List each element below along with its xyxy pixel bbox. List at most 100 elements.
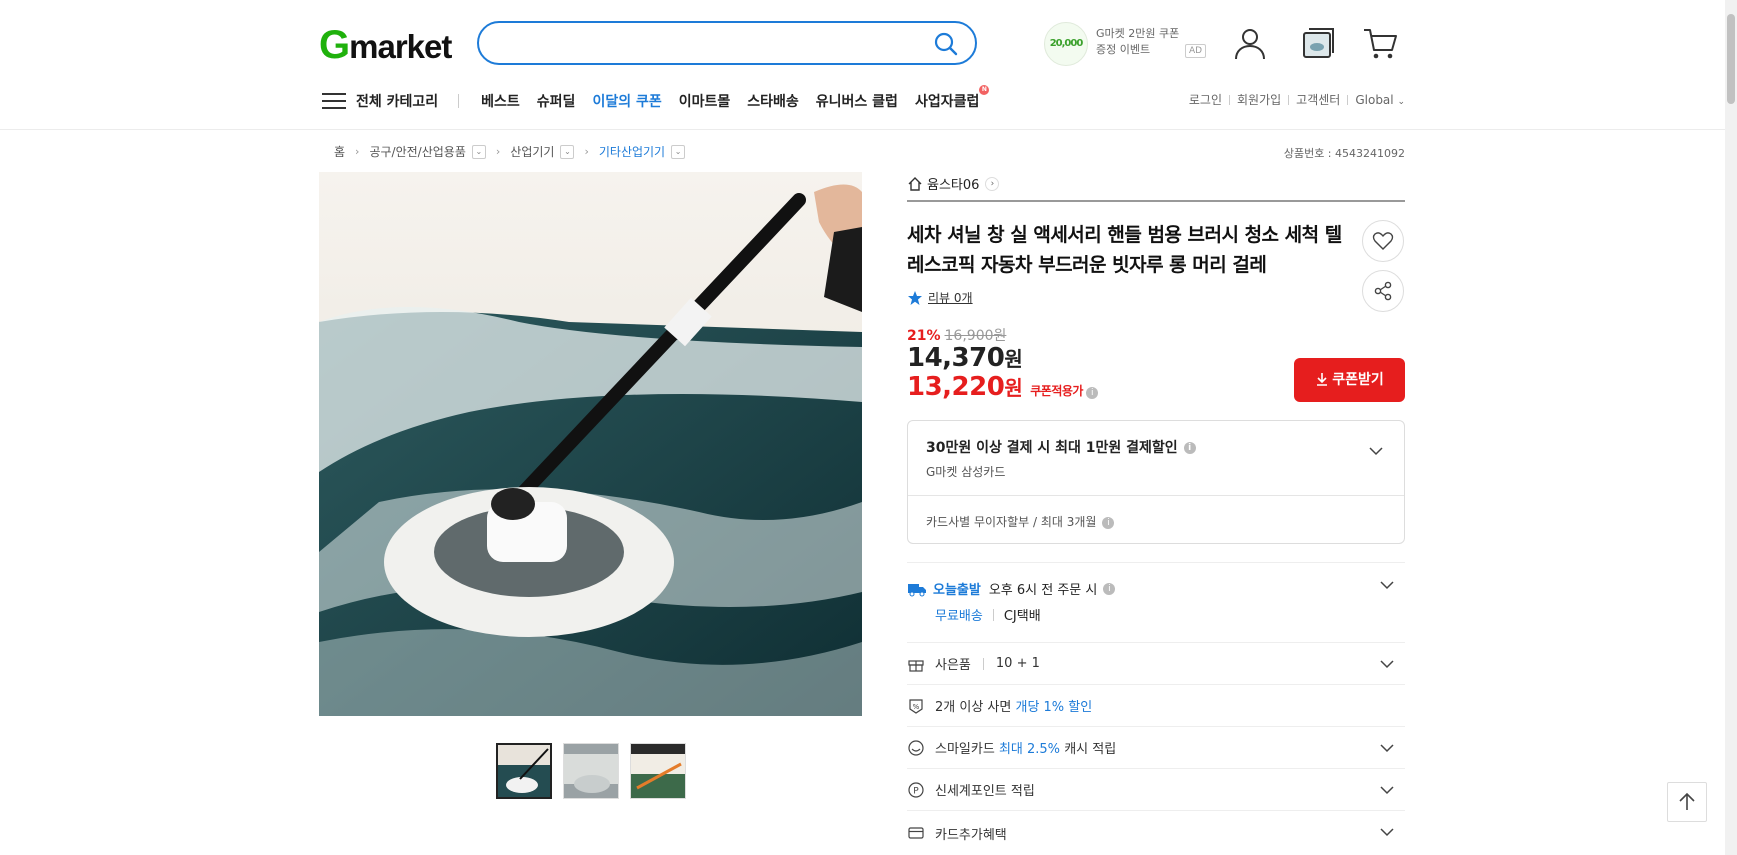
info-icon[interactable]: i: [1183, 442, 1196, 454]
point-icon: P: [908, 781, 924, 798]
credit-card-icon: [908, 827, 924, 839]
card-divider: [908, 495, 1404, 496]
nav-business-club[interactable]: 사업자클럽 N: [914, 85, 990, 111]
logo-g: G: [319, 23, 350, 67]
chevron-down-icon[interactable]: [1368, 443, 1384, 459]
scroll-to-top-button[interactable]: [1667, 782, 1707, 822]
review-link[interactable]: 리뷰 0개: [907, 289, 973, 306]
gift-value: 10 + 1: [995, 656, 1040, 671]
multi-buy-row: % 2개 이상 사면 개당 1% 할인: [907, 684, 1405, 726]
get-coupon-button[interactable]: 쿠폰받기: [1294, 358, 1405, 402]
nav-emart-mall[interactable]: 이마트몰: [679, 91, 731, 111]
chevron-down-icon[interactable]: [1379, 656, 1395, 672]
global-label: Global: [1355, 92, 1394, 107]
star-icon: [908, 290, 922, 305]
discount-percent: 21%: [907, 328, 941, 344]
customer-center-link[interactable]: 고객센터: [1296, 91, 1340, 108]
gmarket-logo[interactable]: Gmarket: [319, 23, 452, 67]
info-icon[interactable]: i: [1102, 516, 1115, 529]
info-icon[interactable]: i: [1085, 387, 1098, 399]
nav-monthly-coupon[interactable]: 이달의 쿠폰: [592, 91, 661, 111]
svg-text:P: P: [913, 786, 919, 796]
gift-label: 사은품: [935, 658, 971, 673]
thumbnail-1[interactable]: [496, 743, 552, 799]
thumbnail-2[interactable]: [563, 743, 619, 799]
chevron-down-icon[interactable]: [1379, 824, 1395, 840]
login-link[interactable]: 로그인: [1189, 91, 1222, 108]
header-divider: [0, 129, 1725, 130]
coupon-price-unit: 원: [1004, 376, 1023, 400]
breadcrumb-level3[interactable]: 기타산업기기: [599, 143, 665, 160]
breadcrumb-level1[interactable]: 공구/안전/산업용품: [369, 143, 465, 160]
gift-row[interactable]: 사은품 10 + 1: [907, 642, 1405, 684]
recent-items-icon[interactable]: [1300, 25, 1336, 61]
search-icon[interactable]: [933, 31, 959, 57]
point-row[interactable]: P 신세계포인트 적립: [907, 768, 1405, 810]
coupon-price: 13,220 원 쿠폰적용가 i: [907, 372, 1098, 402]
dropdown-icon[interactable]: ⌄: [671, 144, 686, 159]
coupon-coin: 20,000: [1044, 22, 1088, 66]
nav-star-delivery[interactable]: 스타배송: [747, 91, 799, 111]
chevron-down-icon[interactable]: [1379, 782, 1395, 798]
new-badge: N: [979, 85, 990, 95]
product-title: 세차 셔닐 창 실 액세서리 핸들 범용 브러시 청소 세척 텔레스코픽 자동차…: [907, 224, 1342, 276]
shipping-info[interactable]: 오늘출발 오후 6시 전 주문 시 i 무료배송 CJ택배: [907, 562, 1405, 642]
installment-info: 카드사별 무이자할부 / 최대 3개월 i: [926, 513, 1115, 530]
dropdown-icon[interactable]: ⌄: [471, 144, 486, 159]
chevron-right-icon: ›: [584, 145, 589, 158]
smile-card-row[interactable]: 스마일카드 최대 2.5% 캐시 적립: [907, 726, 1405, 768]
scrollbar-thumb[interactable]: [1727, 14, 1735, 104]
seller-shop[interactable]: 윰스타06 ›: [907, 174, 1000, 193]
carrier: CJ택배: [1003, 609, 1041, 624]
free-shipping: 무료배송: [935, 609, 983, 624]
nav-best[interactable]: 베스트: [481, 91, 520, 111]
coupon-price-value: 13,220: [907, 372, 1005, 402]
wishlist-button[interactable]: [1362, 220, 1404, 262]
card-name: G마켓 삼성카드: [926, 465, 1006, 479]
card-benefit-title: 30만원 이상 결제 시 최대 1만원 결제할인 i: [926, 437, 1196, 457]
all-categories-button[interactable]: 전체 카테고리: [322, 91, 438, 111]
home-icon: [908, 176, 922, 191]
cart-icon[interactable]: [1362, 25, 1398, 61]
shipping-line2: 무료배송 CJ택배: [935, 605, 1041, 624]
search-input[interactable]: [499, 31, 899, 55]
promo-line2: 증정 이벤트: [1096, 43, 1151, 56]
search-box[interactable]: [477, 21, 977, 65]
chevron-down-icon[interactable]: [1379, 740, 1395, 756]
signup-link[interactable]: 회원가입: [1237, 91, 1281, 108]
discount-tag-icon: %: [909, 698, 923, 714]
info-icon[interactable]: i: [1103, 582, 1116, 595]
breadcrumb-level2[interactable]: 산업기기: [510, 143, 554, 160]
product-main-image[interactable]: [319, 172, 862, 716]
gift-icon: [908, 659, 924, 672]
sale-price-value: 14,370: [907, 343, 1005, 373]
card-benefit-box[interactable]: 30만원 이상 결제 시 최대 1만원 결제할인 i G마켓 삼성카드 카드사별 …: [907, 420, 1405, 544]
hamburger-icon: [322, 93, 346, 109]
dropdown-icon[interactable]: ⌄: [560, 144, 575, 159]
seller-divider: [907, 200, 1405, 202]
multi-buy-discount: 개당 1% 할인: [1015, 700, 1093, 715]
thumbnail-3[interactable]: [630, 743, 686, 799]
user-icon[interactable]: [1232, 25, 1268, 61]
share-icon: [1374, 281, 1392, 301]
nav-business-club-label: 사업자클럽: [914, 94, 980, 110]
smile-card-rate: 최대 2.5%: [998, 742, 1061, 757]
vertical-scrollbar[interactable]: [1725, 0, 1737, 855]
seller-name: 윰스타06: [927, 178, 980, 193]
coupon-applied-label: 쿠폰적용가: [1030, 384, 1083, 398]
nav-superdeal[interactable]: 슈퍼딜: [537, 91, 576, 111]
smile-card-prefix: 스마일카드: [935, 742, 995, 757]
chevron-down-icon[interactable]: [1379, 577, 1395, 593]
chevron-right-icon: ›: [355, 145, 360, 158]
chevron-down-icon: ⌄: [1397, 96, 1405, 107]
breadcrumb-home[interactable]: 홈: [334, 143, 345, 160]
promo-banner[interactable]: 20,000 G마켓 2만원 쿠폰 증정 이벤트 AD: [1044, 22, 1207, 66]
global-link[interactable]: Global ⌄: [1355, 93, 1405, 107]
share-button[interactable]: [1362, 270, 1404, 312]
nav-universe-club[interactable]: 유니버스 클럽: [816, 91, 898, 111]
today-shipping-label: 오늘출발: [933, 583, 981, 598]
shipping-line1: 오늘출발 오후 6시 전 주문 시 i: [907, 579, 1116, 598]
card-extra-row[interactable]: 카드추가혜택: [907, 810, 1405, 855]
svg-text:%: %: [913, 703, 920, 711]
card-extra-label: 카드추가혜택: [935, 827, 1007, 843]
